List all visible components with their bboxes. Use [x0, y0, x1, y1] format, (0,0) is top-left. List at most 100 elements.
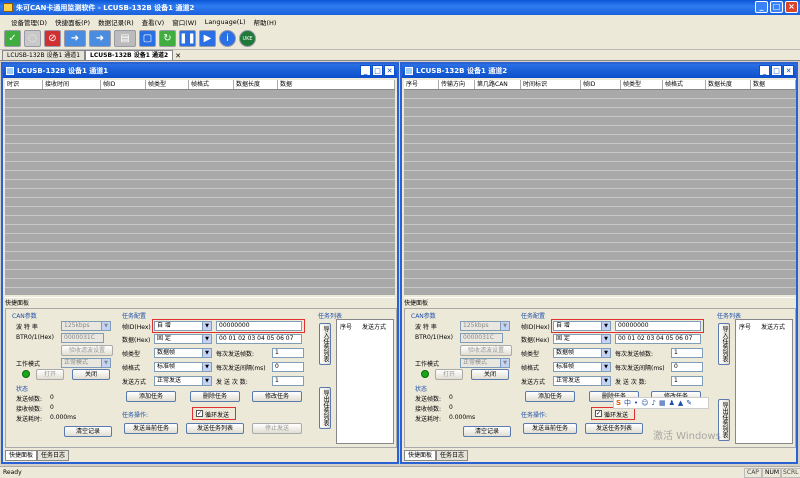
- col-header[interactable]: 数据长度: [706, 80, 751, 89]
- frame-grid[interactable]: 时识 接收时间 帧ID 帧类型 帧格式 数据长度 数据: [5, 80, 395, 295]
- tab-channel1[interactable]: LCUSB-132B 设备1 通道1: [2, 50, 86, 60]
- baud-select[interactable]: 125kbps ▼: [61, 321, 111, 331]
- import-task-list-button[interactable]: 导入任务列表: [319, 323, 331, 365]
- frame-id-input[interactable]: 00000000: [216, 321, 302, 331]
- col-header[interactable]: 序号: [404, 80, 439, 89]
- delete-task-button[interactable]: 删除任务: [190, 391, 240, 402]
- col-header[interactable]: 传输方向: [439, 80, 475, 89]
- clear-records-button[interactable]: 清空记录: [463, 426, 511, 437]
- maximize-button[interactable]: □: [770, 1, 783, 13]
- filter-settings-button[interactable]: 验收滤波设置: [460, 345, 512, 356]
- task-list-table[interactable]: 序号 发送方式: [735, 319, 793, 444]
- filter-settings-button[interactable]: 验收滤波设置: [61, 345, 113, 356]
- minimize-button[interactable]: _: [759, 65, 770, 76]
- task-list-table[interactable]: 序号 发送方式: [336, 319, 394, 444]
- frame-format-select[interactable]: 标准帧 ▼: [553, 362, 611, 372]
- close-device-button[interactable]: 关闭: [72, 369, 110, 380]
- baud-select[interactable]: 125kbps ▼: [460, 321, 510, 331]
- col-header[interactable]: 接收时间: [43, 80, 101, 89]
- send-mode-select[interactable]: 正常发送 ▼: [553, 376, 611, 386]
- col-header[interactable]: 数据: [751, 80, 796, 89]
- stop-send-button[interactable]: 停止发送: [252, 423, 302, 434]
- col-header[interactable]: 帧格式: [189, 80, 234, 89]
- window-icon[interactable]: ▢: [139, 30, 156, 47]
- col-header[interactable]: 帧类型: [621, 80, 663, 89]
- clear-records-button[interactable]: 清空记录: [64, 426, 112, 437]
- col-header[interactable]: 帧格式: [663, 80, 706, 89]
- col-header[interactable]: 第几路CAN: [475, 80, 521, 89]
- ime-emoji-icon[interactable]: ☺: [641, 399, 648, 407]
- send-mode-select[interactable]: 正常发送 ▼: [154, 376, 212, 386]
- ime-punct-icon[interactable]: •: [634, 399, 638, 407]
- close-button[interactable]: ✕: [384, 65, 395, 76]
- close-button[interactable]: ✕: [783, 65, 794, 76]
- tab-quick-panel[interactable]: 快捷面板: [5, 450, 38, 461]
- open-button[interactable]: 打开: [36, 369, 64, 380]
- maximize-button[interactable]: □: [771, 65, 782, 76]
- send-task-list-button[interactable]: 发送任务列表: [585, 423, 643, 434]
- close-device-button[interactable]: 关闭: [471, 369, 509, 380]
- menu-window[interactable]: 窗口(W): [169, 17, 200, 27]
- menu-device[interactable]: 设备管理(D): [8, 17, 50, 27]
- btr-field[interactable]: 0000031C: [61, 333, 104, 343]
- loop-send-checkbox[interactable]: ✓: [595, 410, 602, 417]
- frame-type-select[interactable]: 数据帧 ▼: [553, 348, 611, 358]
- tab-task-log[interactable]: 任务日志: [436, 450, 469, 461]
- mode-select[interactable]: 正常模式 ▼: [460, 358, 510, 368]
- interval-input[interactable]: 0: [272, 362, 304, 372]
- ime-logo-icon[interactable]: S: [616, 399, 621, 407]
- frame-type-select[interactable]: 数据帧 ▼: [154, 348, 212, 358]
- refresh-icon[interactable]: ↻: [159, 30, 176, 47]
- data-input[interactable]: 00 01 02 03 04 05 06 07: [615, 334, 701, 344]
- info-icon[interactable]: i: [219, 30, 236, 47]
- col-header[interactable]: 时识: [5, 80, 43, 89]
- disconnect-icon[interactable]: ◌: [24, 30, 41, 47]
- ime-skin-icon[interactable]: ▲: [678, 399, 683, 407]
- add-task-button[interactable]: 添加任务: [126, 391, 176, 402]
- menu-view[interactable]: 查看(V): [139, 17, 168, 27]
- menu-quickpanel[interactable]: 快捷面板(P): [52, 17, 93, 27]
- menu-record[interactable]: 数据记录(R): [95, 17, 137, 27]
- send-task-list-button[interactable]: 发送任务列表: [186, 423, 244, 434]
- menu-help[interactable]: 帮助(H): [250, 17, 279, 27]
- tab-task-log[interactable]: 任务日志: [37, 450, 70, 461]
- frame-id-input[interactable]: 00000000: [615, 321, 701, 331]
- stop-icon[interactable]: ⊘: [44, 30, 61, 47]
- col-header[interactable]: 帧类型: [146, 80, 189, 89]
- data-input[interactable]: 00 01 02 03 04 05 06 07: [216, 334, 302, 344]
- open-button[interactable]: 打开: [435, 369, 463, 380]
- frame-format-select[interactable]: 标准帧 ▼: [154, 362, 212, 372]
- ime-user-icon[interactable]: ♟: [669, 399, 675, 407]
- ime-chinese-icon[interactable]: 中: [624, 398, 631, 408]
- frame-id-mode-select[interactable]: 自 增 ▼: [154, 321, 212, 331]
- tab-channel2[interactable]: LCUSB-132B 设备1 通道2: [85, 50, 174, 60]
- minimize-button[interactable]: _: [755, 1, 768, 13]
- send-times-input[interactable]: 1: [272, 376, 304, 386]
- ime-mic-icon[interactable]: ♪: [652, 399, 656, 407]
- minimize-button[interactable]: _: [360, 65, 371, 76]
- import-task-list-button[interactable]: 导入任务列表: [718, 323, 730, 365]
- data-mode-select[interactable]: 固 定 ▼: [553, 334, 611, 344]
- mode-select[interactable]: 正常模式 ▼: [61, 358, 111, 368]
- col-header[interactable]: 帧ID: [101, 80, 146, 89]
- col-header[interactable]: 帧ID: [581, 80, 621, 89]
- pause-icon[interactable]: ❚❚: [179, 30, 196, 47]
- play-icon[interactable]: ▶: [199, 30, 216, 47]
- close-tab-icon[interactable]: ✕: [173, 52, 181, 60]
- close-button[interactable]: ×: [785, 1, 798, 13]
- send-current-task-button[interactable]: 发送当前任务: [523, 423, 577, 434]
- frame-grid[interactable]: 序号 传输方向 第几路CAN 时间标识 帧ID 帧类型 帧格式 数据长度 数据: [404, 80, 796, 295]
- connect-icon[interactable]: ✓: [4, 30, 21, 47]
- ime-tools-icon[interactable]: ✎: [686, 399, 692, 407]
- col-header[interactable]: 时间标识: [521, 80, 581, 89]
- modify-task-button[interactable]: 修改任务: [252, 391, 302, 402]
- frame-id-mode-select[interactable]: 自 增 ▼: [553, 321, 611, 331]
- frames-per-send-input[interactable]: 1: [671, 348, 703, 358]
- col-header[interactable]: 数据: [278, 80, 395, 89]
- export-icon[interactable]: ▤: [114, 30, 136, 47]
- ime-keyboard-icon[interactable]: ▦: [659, 399, 666, 407]
- col-header[interactable]: 数据长度: [234, 80, 278, 89]
- loop-send-checkbox[interactable]: ✓: [196, 410, 203, 417]
- send-times-input[interactable]: 1: [671, 376, 703, 386]
- interval-input[interactable]: 0: [671, 362, 703, 372]
